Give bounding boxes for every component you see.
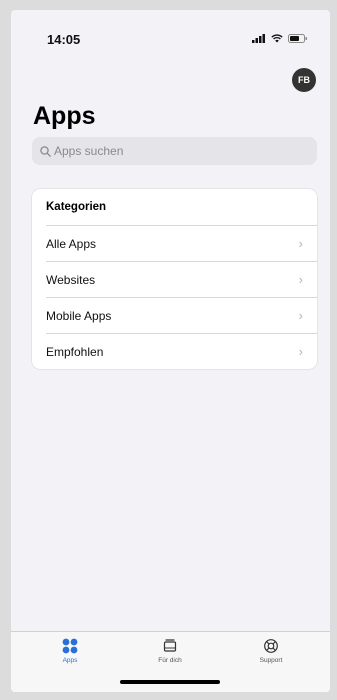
for-you-icon (163, 639, 177, 652)
page-title: Apps (33, 102, 96, 130)
status-time: 14:05 (47, 32, 81, 47)
category-row-mobile-apps[interactable]: Mobile Apps › (46, 297, 317, 333)
categories-header: Kategorien (46, 201, 107, 213)
tab-bar: Apps Für dich Support (11, 631, 330, 692)
wifi-icon (271, 34, 283, 43)
tab-label: Für dich (158, 657, 182, 664)
tab-label: Apps (62, 657, 78, 664)
avatar[interactable]: FB (292, 68, 316, 92)
categories-card: Kategorien Alle Apps › Websites › Mobile… (32, 189, 317, 369)
chevron-right-icon: › (298, 344, 303, 359)
category-label: Empfohlen (46, 344, 104, 359)
category-label: Alle Apps (46, 236, 97, 251)
tab-support[interactable]: Support (241, 638, 301, 664)
category-label: Websites (46, 272, 96, 287)
tab-label: Support (259, 657, 283, 664)
category-row-websites[interactable]: Websites › (46, 261, 317, 297)
status-icons (252, 34, 308, 43)
chevron-right-icon: › (298, 272, 303, 287)
search-input[interactable] (51, 143, 296, 159)
category-label: Mobile Apps (46, 308, 112, 323)
category-row-recommended[interactable]: Empfohlen › (46, 333, 317, 369)
search-icon (40, 145, 51, 157)
category-row-all-apps[interactable]: Alle Apps › (46, 225, 317, 261)
status-bar: 14:05 (11, 10, 330, 54)
apps-grid-icon (62, 638, 78, 654)
support-lifebuoy-icon (264, 639, 278, 653)
search-bar[interactable] (32, 137, 317, 165)
tab-apps[interactable]: Apps (40, 638, 100, 664)
chevron-right-icon: › (298, 236, 303, 251)
phone-screen: 14:05 FB Apps Apps suchen Kategorien All… (11, 10, 330, 692)
chevron-right-icon: › (298, 308, 303, 323)
tab-for-you[interactable]: Für dich (140, 638, 200, 664)
home-indicator[interactable] (120, 680, 220, 684)
battery-icon (288, 34, 307, 43)
signal-icon (252, 34, 265, 43)
